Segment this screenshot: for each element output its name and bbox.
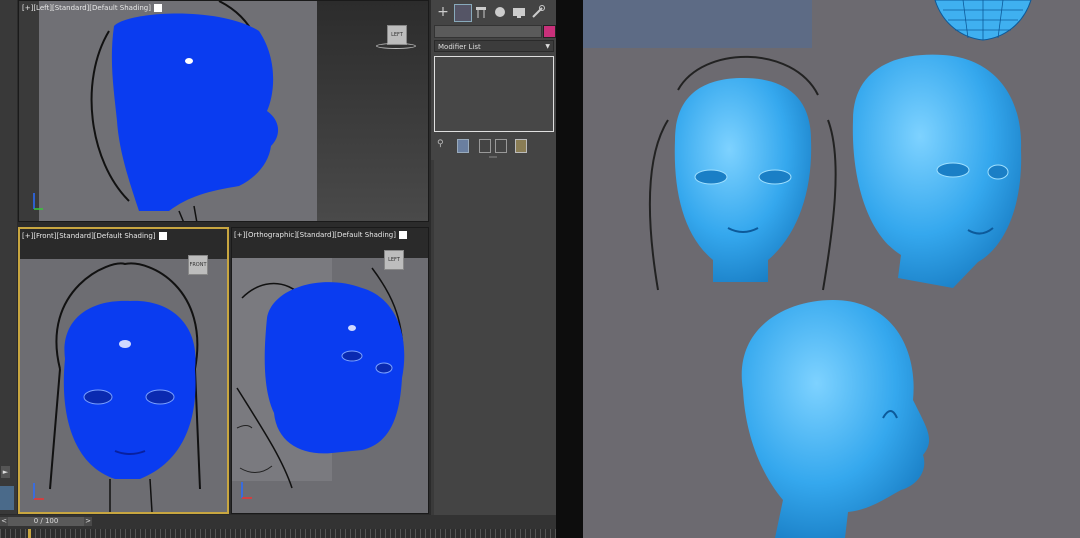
track-ruler[interactable] [0,529,556,538]
ortho-view-head [236,267,405,489]
pin-stack-icon[interactable]: ⚲ [437,139,447,151]
view-cube[interactable]: LEFT [387,25,407,45]
create-icon[interactable]: + [435,4,451,20]
front-viewport[interactable]: FRONT [+][Front][Standard][Default Shadi… [18,227,229,514]
panel-divider [489,156,497,158]
command-panel: + Modifier List ▼ ⚲ [431,0,556,526]
playhead[interactable] [28,529,31,538]
viewport-label[interactable]: [+][Front][Standard][Default Shading] [22,232,167,240]
axis-gizmo-icon [33,483,44,500]
scrollbar[interactable] [431,160,434,520]
axis-gizmo-icon [241,482,252,499]
window-divider [556,0,583,538]
display-icon[interactable] [511,4,527,20]
time-prev-button[interactable]: < [0,517,8,526]
make-unique-icon[interactable] [479,139,491,153]
chevron-down-icon: ▼ [545,43,550,50]
viewport-layout-icon[interactable] [0,486,14,510]
play-icon[interactable]: ► [1,466,10,478]
modify-icon[interactable] [454,4,472,22]
time-slider[interactable]: 0 / 100 [8,517,84,526]
color-swatch[interactable] [543,25,556,38]
configure-modifier-sets-icon[interactable] [515,139,527,153]
left-viewport[interactable]: LEFT [+][Left][Standard][Default Shading… [18,0,429,222]
left-toolstrip: ► [0,0,17,514]
ortho-viewport[interactable]: LEFT [+][Orthographic][Standard][Default… [231,227,429,514]
axis-gizmo-icon [33,193,43,210]
hierarchy-icon[interactable] [473,4,489,20]
utilities-icon[interactable] [530,4,546,20]
remove-modifier-icon[interactable] [495,139,507,153]
show-end-result-icon[interactable] [457,139,469,153]
reference-heads [648,0,1032,538]
time-next-button[interactable]: > [84,517,92,526]
modifier-list-dropdown[interactable]: Modifier List ▼ [434,40,554,52]
timeline-bar[interactable]: < 0 / 100 > [0,515,556,538]
viewport-label[interactable]: [+][Left][Standard][Default Shading] [22,4,162,12]
reference-image [583,0,1080,538]
view-cube[interactable]: FRONT [188,255,208,275]
viewport-label[interactable]: [+][Orthographic][Standard][Default Shad… [234,231,407,239]
left-view-head [90,1,279,221]
view-cube[interactable]: LEFT [384,250,404,270]
object-name-field[interactable] [434,25,542,38]
motion-icon[interactable] [492,4,508,20]
modifier-stack[interactable] [434,56,554,132]
